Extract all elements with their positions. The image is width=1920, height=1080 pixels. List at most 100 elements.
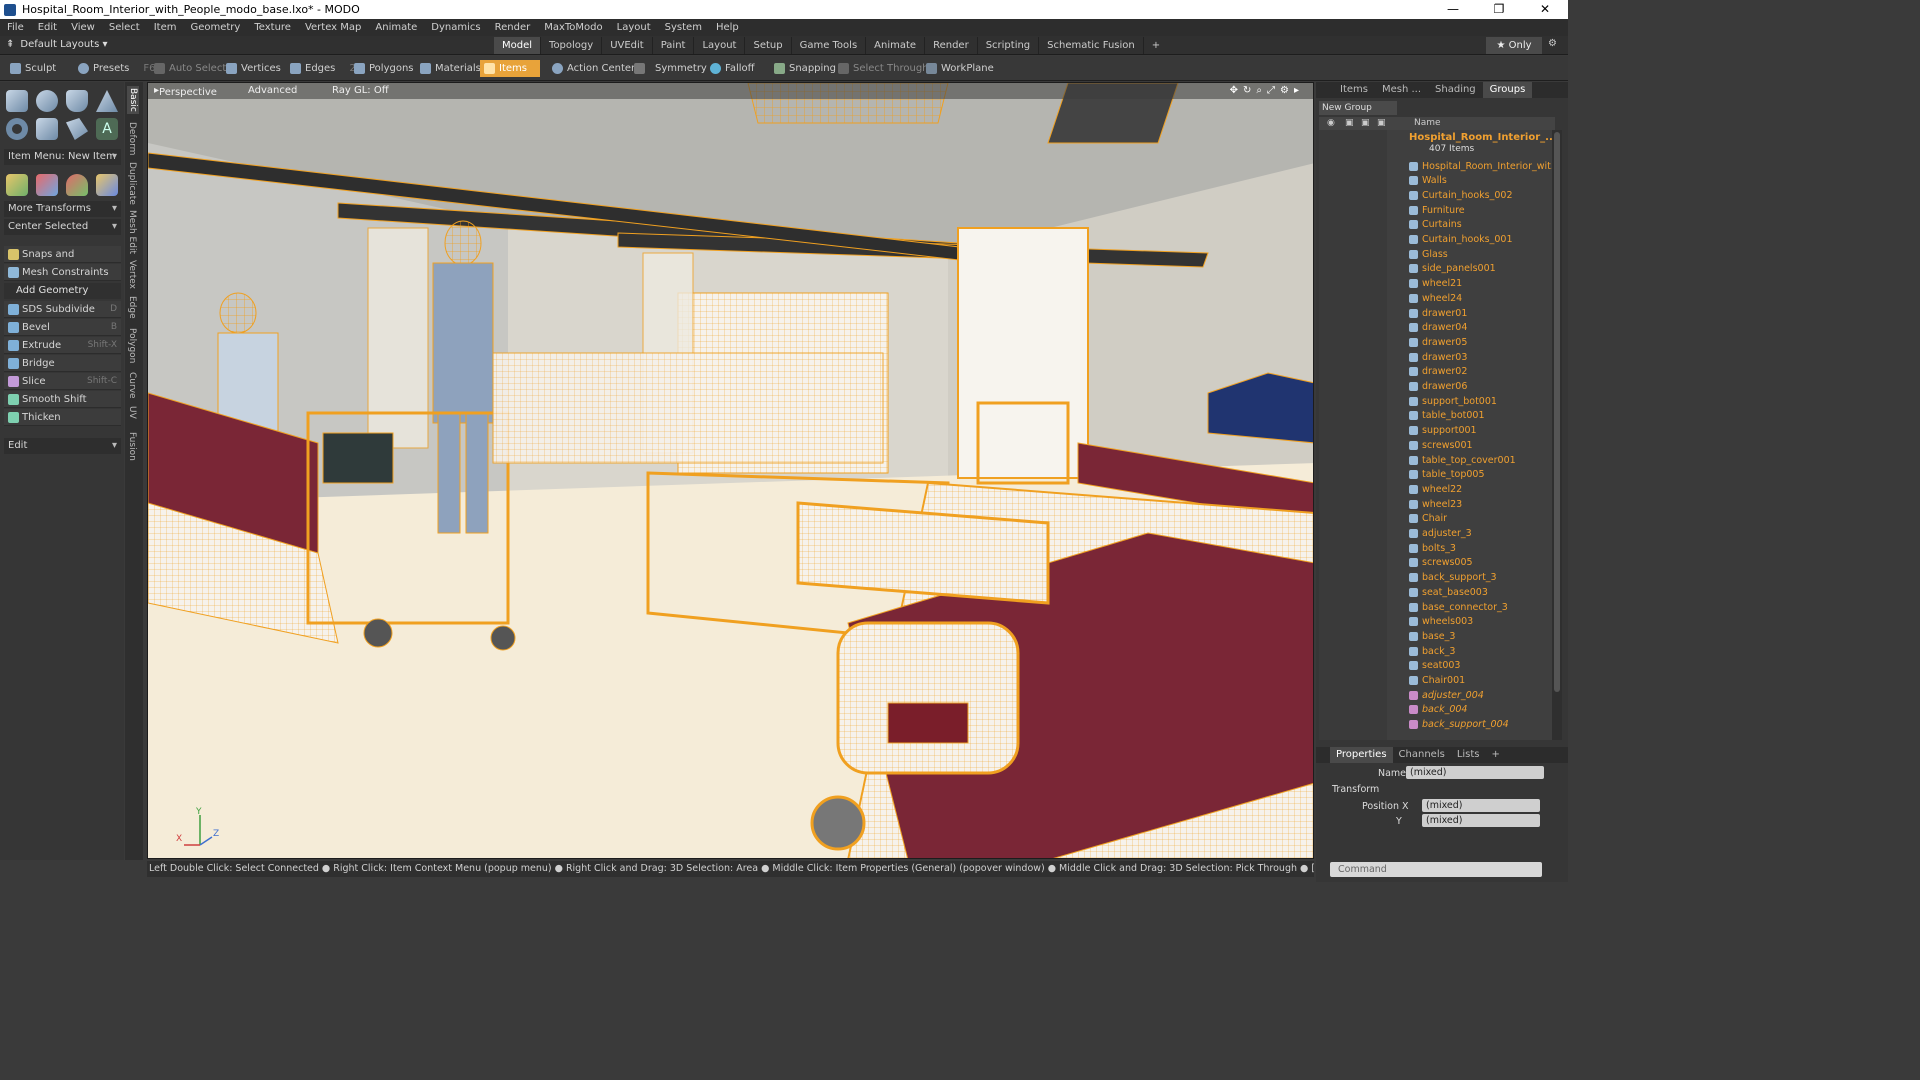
select-icon[interactable]: ▣ — [1377, 117, 1386, 130]
zoom-icon[interactable]: ⌕ — [1256, 85, 1262, 96]
render-icon[interactable]: ▣ — [1361, 117, 1370, 130]
menu-system[interactable]: System — [658, 22, 709, 33]
tree-item[interactable]: drawer01 — [1409, 306, 1467, 320]
tree-item[interactable]: table_top005 — [1409, 468, 1485, 482]
add-tab-button[interactable]: + — [1144, 37, 1168, 54]
tab-paint[interactable]: Paint — [653, 37, 695, 54]
vtab-vertex[interactable]: Vertex — [127, 260, 137, 289]
tab-setup[interactable]: Setup — [745, 37, 792, 54]
tree-item[interactable]: Glass — [1409, 247, 1448, 261]
scrollbar-thumb[interactable] — [1554, 132, 1560, 692]
action-center-button[interactable]: Action Center — [548, 60, 639, 77]
tree-item[interactable]: seat_base003 — [1409, 585, 1488, 599]
materials-mode-button[interactable]: Materials — [416, 60, 485, 77]
orbit-icon[interactable]: ↻ — [1243, 85, 1251, 96]
tree-item[interactable]: back_support_004 — [1409, 718, 1509, 732]
menu-select[interactable]: Select — [102, 22, 147, 33]
raygl-toggle[interactable]: Ray GL: Off — [332, 85, 389, 96]
workplane-button[interactable]: WorkPlane — [922, 60, 998, 77]
close-button[interactable]: ✕ — [1522, 0, 1568, 19]
tree-item[interactable]: seat003 — [1409, 659, 1460, 673]
menu-file[interactable]: File — [0, 22, 31, 33]
tool-slice[interactable]: Slice Shift-C — [4, 373, 121, 390]
name-column-header[interactable]: Name — [1414, 117, 1441, 130]
polygons-mode-button[interactable]: Polygons — [350, 60, 418, 77]
move-tool-icon[interactable] — [6, 174, 28, 196]
tab-layout[interactable]: Layout — [694, 37, 746, 54]
tab-game-tools[interactable]: Game Tools — [792, 37, 867, 54]
pan-icon[interactable]: ✥ — [1230, 85, 1238, 96]
tool-thicken[interactable]: Thicken — [4, 409, 121, 426]
tree-item[interactable]: drawer05 — [1409, 335, 1467, 349]
tree-item[interactable]: back_004 — [1409, 703, 1467, 717]
snaps-and-precision-button[interactable]: Snaps and Precision — [4, 246, 121, 277]
presets-button[interactable]: Presets F6 — [74, 60, 160, 77]
position-x-field[interactable]: (mixed) — [1422, 799, 1540, 812]
vtab-mesh-edit[interactable]: Mesh Edit — [127, 210, 137, 254]
menu-texture[interactable]: Texture — [247, 22, 298, 33]
groups-scrollbar[interactable] — [1552, 130, 1562, 740]
menu-vertex-map[interactable]: Vertex Map — [298, 22, 368, 33]
tab-groups[interactable]: Groups — [1482, 82, 1533, 98]
tab-shading[interactable]: Shading — [1428, 82, 1483, 98]
vtab-uv[interactable]: UV — [127, 406, 137, 419]
menu-edit[interactable]: Edit — [31, 22, 64, 33]
tree-item[interactable]: drawer04 — [1409, 321, 1467, 335]
tree-item[interactable]: Walls — [1409, 174, 1447, 188]
tree-item[interactable]: table_bot001 — [1409, 409, 1485, 423]
tree-item[interactable]: screws005 — [1409, 556, 1473, 570]
lock-icon[interactable]: ▣ — [1345, 117, 1354, 130]
add-geometry-section[interactable]: Add Geometry — [4, 283, 121, 299]
item-menu-dropdown[interactable]: Item Menu: New Item ▾ — [4, 149, 121, 165]
rotate-tool-icon[interactable] — [36, 174, 58, 196]
tab-lists[interactable]: Lists — [1451, 747, 1486, 763]
more-transforms-dropdown[interactable]: More Transforms ▾ — [4, 201, 121, 217]
viewport-menu-icon[interactable]: ▸ — [1294, 85, 1299, 96]
add-properties-tab-button[interactable]: + — [1486, 747, 1506, 763]
tree-item[interactable]: wheel24 — [1409, 291, 1462, 305]
vtab-duplicate[interactable]: Duplicate — [127, 162, 137, 205]
menu-dynamics[interactable]: Dynamics — [424, 22, 487, 33]
tool-smooth-shift[interactable]: Smooth Shift — [4, 391, 121, 408]
menu-item[interactable]: Item — [147, 22, 184, 33]
minimize-button[interactable]: — — [1430, 0, 1476, 19]
vtab-polygon[interactable]: Polygon — [127, 328, 137, 363]
tree-item[interactable]: base_connector_3 — [1409, 600, 1508, 614]
tree-item[interactable]: side_panels001 — [1409, 262, 1496, 276]
vtab-curve[interactable]: Curve — [127, 372, 137, 399]
fit-icon[interactable]: ⤢ — [1267, 85, 1275, 96]
tab-schematic-fusion[interactable]: Schematic Fusion — [1039, 37, 1144, 54]
transform-tool-icon[interactable] — [96, 174, 118, 196]
gear-icon[interactable]: ⚙ — [1548, 38, 1557, 49]
pen-tool-icon[interactable] — [66, 118, 88, 140]
visibility-eye-icon[interactable]: ◉ — [1327, 117, 1335, 130]
snapping-button[interactable]: Snapping — [770, 60, 840, 77]
tree-item[interactable]: Furniture — [1409, 203, 1465, 217]
tree-item[interactable]: Curtain_hooks_001 — [1409, 233, 1513, 247]
tree-item[interactable]: wheel22 — [1409, 482, 1462, 496]
tab-render[interactable]: Render — [925, 37, 978, 54]
tree-item[interactable]: wheels003 — [1409, 615, 1473, 629]
tool-extrude[interactable]: Extrude Shift-X — [4, 337, 121, 354]
mesh-constraints-button[interactable]: Mesh Constraints — [4, 264, 121, 281]
menu-view[interactable]: View — [64, 22, 102, 33]
tree-item[interactable]: bolts_3 — [1409, 541, 1456, 555]
tree-item[interactable]: Hospital_Room_Interior_wit... — [1409, 159, 1555, 173]
viewport-gear-icon[interactable]: ⚙ — [1280, 85, 1289, 96]
tree-item[interactable]: screws001 — [1409, 438, 1473, 452]
cone-primitive-icon[interactable] — [96, 90, 118, 112]
sphere-primitive-icon[interactable] — [36, 90, 58, 112]
transform-section[interactable]: Transform — [1332, 784, 1379, 795]
tree-item[interactable]: wheel23 — [1409, 497, 1462, 511]
name-field[interactable]: (mixed) — [1406, 766, 1544, 779]
edges-mode-button[interactable]: Edges 2 — [286, 60, 360, 77]
command-input[interactable]: Command — [1330, 862, 1542, 877]
tree-item[interactable]: drawer06 — [1409, 380, 1467, 394]
center-selected-dropdown[interactable]: Center Selected ▾ — [4, 219, 121, 235]
tree-item[interactable]: back_3 — [1409, 644, 1455, 658]
tool-bevel[interactable]: Bevel B — [4, 319, 121, 336]
maximize-button[interactable]: ❐ — [1476, 0, 1522, 19]
capsule-primitive-icon[interactable] — [36, 118, 58, 140]
position-y-field[interactable]: (mixed) — [1422, 814, 1540, 827]
tab-properties[interactable]: Properties — [1330, 747, 1393, 763]
